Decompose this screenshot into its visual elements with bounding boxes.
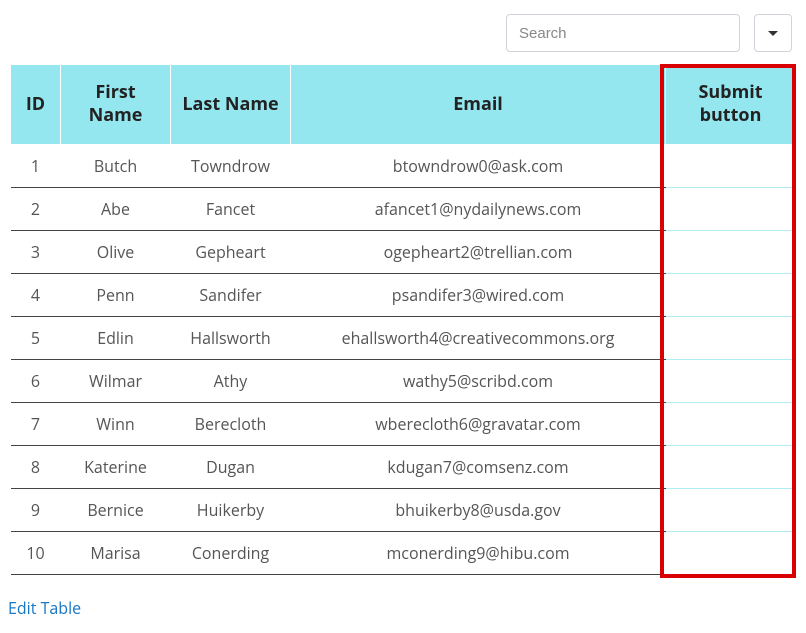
header-first-name[interactable]: First Name <box>61 65 171 145</box>
cell-id: 4 <box>11 273 61 316</box>
cell-last-name: Berecloth <box>171 402 291 445</box>
cell-submit[interactable] <box>666 445 796 488</box>
cell-first-name: Butch <box>61 144 171 187</box>
cell-first-name: Penn <box>61 273 171 316</box>
cell-submit[interactable] <box>666 273 796 316</box>
cell-first-name: Wilmar <box>61 359 171 402</box>
cell-last-name: Conerding <box>171 531 291 574</box>
cell-id: 9 <box>11 488 61 531</box>
cell-first-name: Winn <box>61 402 171 445</box>
cell-submit[interactable] <box>666 230 796 273</box>
table-row: 10MarisaConerdingmconerding9@hibu.com <box>11 531 796 574</box>
options-dropdown-button[interactable] <box>754 14 792 52</box>
toolbar <box>6 6 800 64</box>
table-container: ID First Name Last Name Email Submit but… <box>6 64 800 575</box>
header-last-name[interactable]: Last Name <box>171 65 291 145</box>
cell-email: psandifer3@wired.com <box>291 273 666 316</box>
cell-email: bhuikerby8@usda.gov <box>291 488 666 531</box>
cell-last-name: Hallsworth <box>171 316 291 359</box>
cell-last-name: Athy <box>171 359 291 402</box>
table-row: 6WilmarAthywathy5@scribd.com <box>11 359 796 402</box>
table-row: 9BerniceHuikerbybhuikerby8@usda.gov <box>11 488 796 531</box>
cell-email: mconerding9@hibu.com <box>291 531 666 574</box>
table-row: 8KaterineDugankdugan7@comsenz.com <box>11 445 796 488</box>
table-row: 2AbeFancetafancet1@nydailynews.com <box>11 187 796 230</box>
cell-email: wberecloth6@gravatar.com <box>291 402 666 445</box>
header-submit-button[interactable]: Submit button <box>666 65 796 145</box>
cell-last-name: Towndrow <box>171 144 291 187</box>
cell-email: afancet1@nydailynews.com <box>291 187 666 230</box>
cell-first-name: Bernice <box>61 488 171 531</box>
cell-submit[interactable] <box>666 144 796 187</box>
cell-submit[interactable] <box>666 531 796 574</box>
cell-last-name: Gepheart <box>171 230 291 273</box>
cell-submit[interactable] <box>666 402 796 445</box>
cell-last-name: Sandifer <box>171 273 291 316</box>
cell-first-name: Katerine <box>61 445 171 488</box>
cell-id: 6 <box>11 359 61 402</box>
cell-id: 2 <box>11 187 61 230</box>
cell-last-name: Huikerby <box>171 488 291 531</box>
cell-submit[interactable] <box>666 359 796 402</box>
cell-last-name: Fancet <box>171 187 291 230</box>
table-row: 1ButchTowndrowbtowndrow0@ask.com <box>11 144 796 187</box>
cell-id: 10 <box>11 531 61 574</box>
cell-email: kdugan7@comsenz.com <box>291 445 666 488</box>
cell-id: 1 <box>11 144 61 187</box>
edit-table-link[interactable]: Edit Table <box>8 597 81 619</box>
cell-first-name: Marisa <box>61 531 171 574</box>
cell-submit[interactable] <box>666 488 796 531</box>
search-input[interactable] <box>506 14 740 52</box>
cell-submit[interactable] <box>666 316 796 359</box>
table-row: 5EdlinHallsworthehallsworth4@creativecom… <box>11 316 796 359</box>
cell-id: 8 <box>11 445 61 488</box>
cell-email: ehallsworth4@creativecommons.org <box>291 316 666 359</box>
cell-last-name: Dugan <box>171 445 291 488</box>
cell-first-name: Olive <box>61 230 171 273</box>
cell-submit[interactable] <box>666 187 796 230</box>
table-row: 3OliveGepheartogepheart2@trellian.com <box>11 230 796 273</box>
table-row: 7WinnBereclothwberecloth6@gravatar.com <box>11 402 796 445</box>
cell-email: btowndrow0@ask.com <box>291 144 666 187</box>
cell-id: 7 <box>11 402 61 445</box>
cell-id: 5 <box>11 316 61 359</box>
cell-first-name: Edlin <box>61 316 171 359</box>
cell-first-name: Abe <box>61 187 171 230</box>
cell-email: wathy5@scribd.com <box>291 359 666 402</box>
table-row: 4PennSandiferpsandifer3@wired.com <box>11 273 796 316</box>
cell-email: ogepheart2@trellian.com <box>291 230 666 273</box>
cell-id: 3 <box>11 230 61 273</box>
header-email[interactable]: Email <box>291 65 666 145</box>
caret-down-icon <box>768 31 778 36</box>
data-table: ID First Name Last Name Email Submit but… <box>10 64 796 575</box>
header-id[interactable]: ID <box>11 65 61 145</box>
